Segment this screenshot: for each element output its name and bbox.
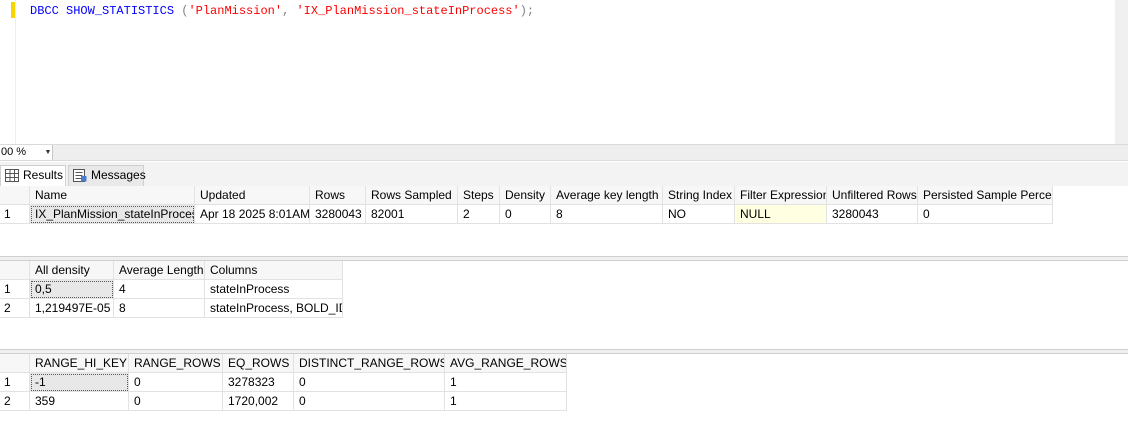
grid-cell[interactable]: NULL xyxy=(735,205,827,224)
table-row: 1 IX_PlanMission_stateInProcess Apr 18 202… xyxy=(0,205,1053,224)
row-number[interactable]: 1 xyxy=(0,373,30,392)
grid-cell[interactable]: NO xyxy=(663,205,735,224)
grid-cell[interactable]: Apr 18 2025 8:01AM xyxy=(195,205,310,224)
header-row: Name Updated Rows Rows Sampled Steps Density A… xyxy=(0,186,1053,205)
zoom-bar: 00 % ▼ xyxy=(0,144,1128,161)
header-row: RANGE_HI_KEY RANGE_ROWS EQ_ROWS DISTINCT_RA… xyxy=(0,354,567,373)
statistics-header-grid[interactable]: Name Updated Rows Rows Sampled Steps Density A… xyxy=(0,186,1128,256)
tab-messages-label: Messages xyxy=(91,168,146,182)
table-row: 2 1,219497E-05 8 stateInProcess, BOLD_ID xyxy=(0,299,343,318)
grid-cell[interactable]: 1 xyxy=(445,392,567,411)
table-row: 1 0,5 4 stateInProcess xyxy=(0,280,343,299)
messages-icon xyxy=(73,169,87,182)
column-header[interactable]: Columns xyxy=(205,261,343,280)
column-header[interactable]: Steps xyxy=(458,186,500,205)
grid-cell[interactable]: 8 xyxy=(551,205,663,224)
grid-cell[interactable]: 0,5 xyxy=(30,280,114,299)
grid-cell[interactable]: 1,219497E-05 xyxy=(30,299,114,318)
grid-cell[interactable]: 82001 xyxy=(366,205,458,224)
editor-gutter xyxy=(0,0,12,144)
grid-cell[interactable]: 8 xyxy=(114,299,205,318)
code-token: 'PlanMission' xyxy=(188,4,283,18)
grid-cell[interactable]: 3280043 xyxy=(827,205,918,224)
column-header[interactable]: String Index xyxy=(663,186,735,205)
row-number[interactable]: 2 xyxy=(0,299,30,318)
code-token: DBCC SHOW_STATISTICS xyxy=(30,4,182,18)
grid-cell[interactable]: 1 xyxy=(445,373,567,392)
chevron-down-icon[interactable]: ▼ xyxy=(43,145,53,160)
editor-vertical-scrollbar[interactable] xyxy=(1115,0,1128,144)
results-tabbar: Results Messages xyxy=(0,162,1128,187)
select-all-corner[interactable] xyxy=(0,354,30,373)
grid-cell[interactable]: 0 xyxy=(294,373,445,392)
grid-cell[interactable]: 359 xyxy=(30,392,129,411)
grid-cell[interactable]: 0 xyxy=(294,392,445,411)
query-text[interactable]: DBCC SHOW_STATISTICS ('PlanMission', 'IX… xyxy=(30,4,534,18)
density-vector-grid[interactable]: All density Average Length Columns 1 0,5 4 sta… xyxy=(0,261,1128,349)
table-row: 2 359 0 1720,002 0 1 xyxy=(0,392,567,411)
select-all-corner[interactable] xyxy=(0,186,30,205)
grid-cell[interactable]: 0 xyxy=(918,205,1053,224)
column-header[interactable]: Rows xyxy=(310,186,366,205)
grid-cell[interactable]: 0 xyxy=(500,205,551,224)
grid-icon xyxy=(5,169,19,182)
column-header[interactable]: Rows Sampled xyxy=(366,186,458,205)
column-header[interactable]: Density xyxy=(500,186,551,205)
column-header[interactable]: EQ_ROWS xyxy=(223,354,294,373)
grid-cell[interactable]: 0 xyxy=(129,392,223,411)
code-token: 'IX_PlanMission_stateInProcess' xyxy=(296,4,520,18)
table-row: 1 -1 0 3278323 0 1 xyxy=(0,373,567,392)
grid-cell[interactable]: 0 xyxy=(129,373,223,392)
column-header[interactable]: All density xyxy=(30,261,114,280)
column-header[interactable]: Updated xyxy=(195,186,310,205)
column-header[interactable]: Average Length xyxy=(114,261,205,280)
grid-cell[interactable]: 3280043 xyxy=(310,205,366,224)
column-header[interactable]: Average key length xyxy=(551,186,663,205)
editor-margin-line xyxy=(15,0,16,144)
grid-cell[interactable]: 4 xyxy=(114,280,205,299)
column-header[interactable]: Unfiltered Rows xyxy=(827,186,918,205)
column-header[interactable]: AVG_RANGE_ROWS xyxy=(445,354,567,373)
column-header[interactable]: DISTINCT_RANGE_ROWS xyxy=(294,354,445,373)
grid-cell[interactable]: -1 xyxy=(30,373,129,392)
zoom-value: 00 % xyxy=(1,146,27,158)
column-header[interactable]: RANGE_ROWS xyxy=(129,354,223,373)
tab-results-label: Results xyxy=(23,168,64,182)
row-number[interactable]: 1 xyxy=(0,205,30,224)
column-header[interactable]: RANGE_HI_KEY xyxy=(30,354,129,373)
header-row: All density Average Length Columns xyxy=(0,261,343,280)
grid-cell[interactable]: stateInProcess xyxy=(205,280,343,299)
histogram-grid[interactable]: RANGE_HI_KEY RANGE_ROWS EQ_ROWS DISTINCT_RA… xyxy=(0,354,1128,437)
grid-cell[interactable]: 1720,002 xyxy=(223,392,294,411)
code-token: , xyxy=(282,4,297,18)
tab-messages[interactable]: Messages xyxy=(68,165,146,186)
code-token: ); xyxy=(519,4,535,18)
grid-cell[interactable]: stateInProcess, BOLD_ID xyxy=(205,299,343,318)
query-editor[interactable]: DBCC SHOW_STATISTICS ('PlanMission', 'IX… xyxy=(0,0,1128,144)
grid-cell[interactable]: IX_PlanMission_stateInProcess xyxy=(30,205,195,224)
column-header[interactable]: Filter Expression xyxy=(735,186,827,205)
grid-cell[interactable]: 3278323 xyxy=(223,373,294,392)
grid-cell[interactable]: 2 xyxy=(458,205,500,224)
column-header[interactable]: Name xyxy=(30,186,195,205)
tab-results[interactable]: Results xyxy=(0,165,66,187)
column-header[interactable]: Persisted Sample Percent xyxy=(918,186,1053,205)
row-number[interactable]: 2 xyxy=(0,392,30,411)
row-number[interactable]: 1 xyxy=(0,280,30,299)
select-all-corner[interactable] xyxy=(0,261,30,280)
